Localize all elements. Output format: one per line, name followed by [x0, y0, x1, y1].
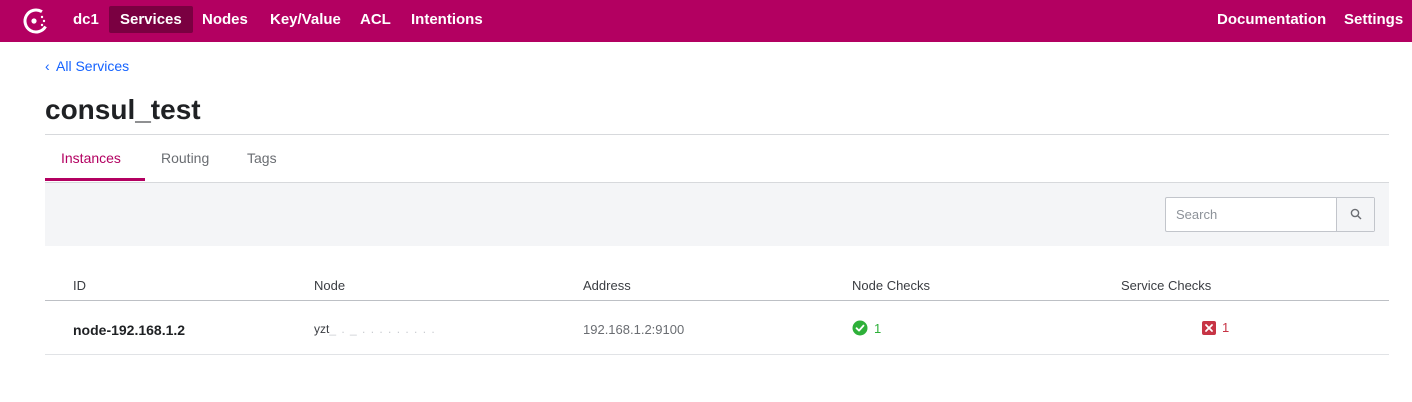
tab-tags[interactable]: Tags: [247, 150, 277, 182]
search-box: [1165, 197, 1375, 232]
table-row-divider: [45, 354, 1389, 355]
column-header-node: Node: [314, 278, 346, 293]
nav-item-intentions[interactable]: Intentions: [400, 6, 494, 33]
redacted-text: _ . _ . . . . . . . . .: [329, 322, 436, 336]
service-checks-count: 1: [1222, 320, 1230, 335]
page-title: consul_test: [45, 94, 201, 125]
search-icon: [1350, 208, 1362, 220]
nav-item-nodes[interactable]: Nodes: [191, 6, 259, 33]
search-button[interactable]: [1336, 198, 1374, 231]
instance-address: 192.168.1.2:9100: [583, 322, 685, 337]
nav-item-documentation[interactable]: Documentation: [1206, 6, 1337, 33]
breadcrumb-all-services[interactable]: ‹ All Services: [45, 58, 129, 74]
title-divider: [45, 134, 1389, 135]
datacenter-selector[interactable]: dc1: [62, 6, 110, 33]
node-checks-count: 1: [874, 320, 882, 336]
breadcrumb-label: All Services: [56, 58, 130, 74]
check-circle-icon: [852, 320, 868, 336]
filter-bar: [45, 183, 1389, 246]
search-input[interactable]: [1166, 198, 1336, 231]
top-navigation: dc1 Services Nodes Key/Value ACL Intenti…: [0, 0, 1412, 42]
service-checks-status[interactable]: 1: [1202, 320, 1229, 335]
node-checks-status[interactable]: 1: [852, 320, 881, 336]
column-header-node-checks: Node Checks: [852, 278, 931, 293]
table-header-divider: [45, 300, 1389, 301]
active-tab-indicator: [45, 178, 145, 181]
consul-logo-icon[interactable]: [22, 7, 50, 35]
tab-routing[interactable]: Routing: [161, 150, 209, 182]
chevron-left-icon: ‹: [45, 58, 50, 74]
instance-id-link[interactable]: node-192.168.1.2: [73, 322, 185, 338]
x-square-icon: [1202, 320, 1216, 335]
nav-item-key-value[interactable]: Key/Value: [259, 6, 352, 33]
nav-item-services[interactable]: Services: [109, 6, 193, 33]
instance-node-name: yzt: [314, 322, 330, 336]
column-header-address: Address: [583, 278, 631, 293]
nav-item-settings[interactable]: Settings: [1333, 6, 1412, 33]
nav-item-acl[interactable]: ACL: [349, 6, 402, 33]
column-header-service-checks: Service Checks: [1121, 278, 1212, 293]
column-header-id: ID: [73, 278, 86, 293]
instance-node: yzt _ . _ . . . . . . . . .: [314, 322, 436, 336]
